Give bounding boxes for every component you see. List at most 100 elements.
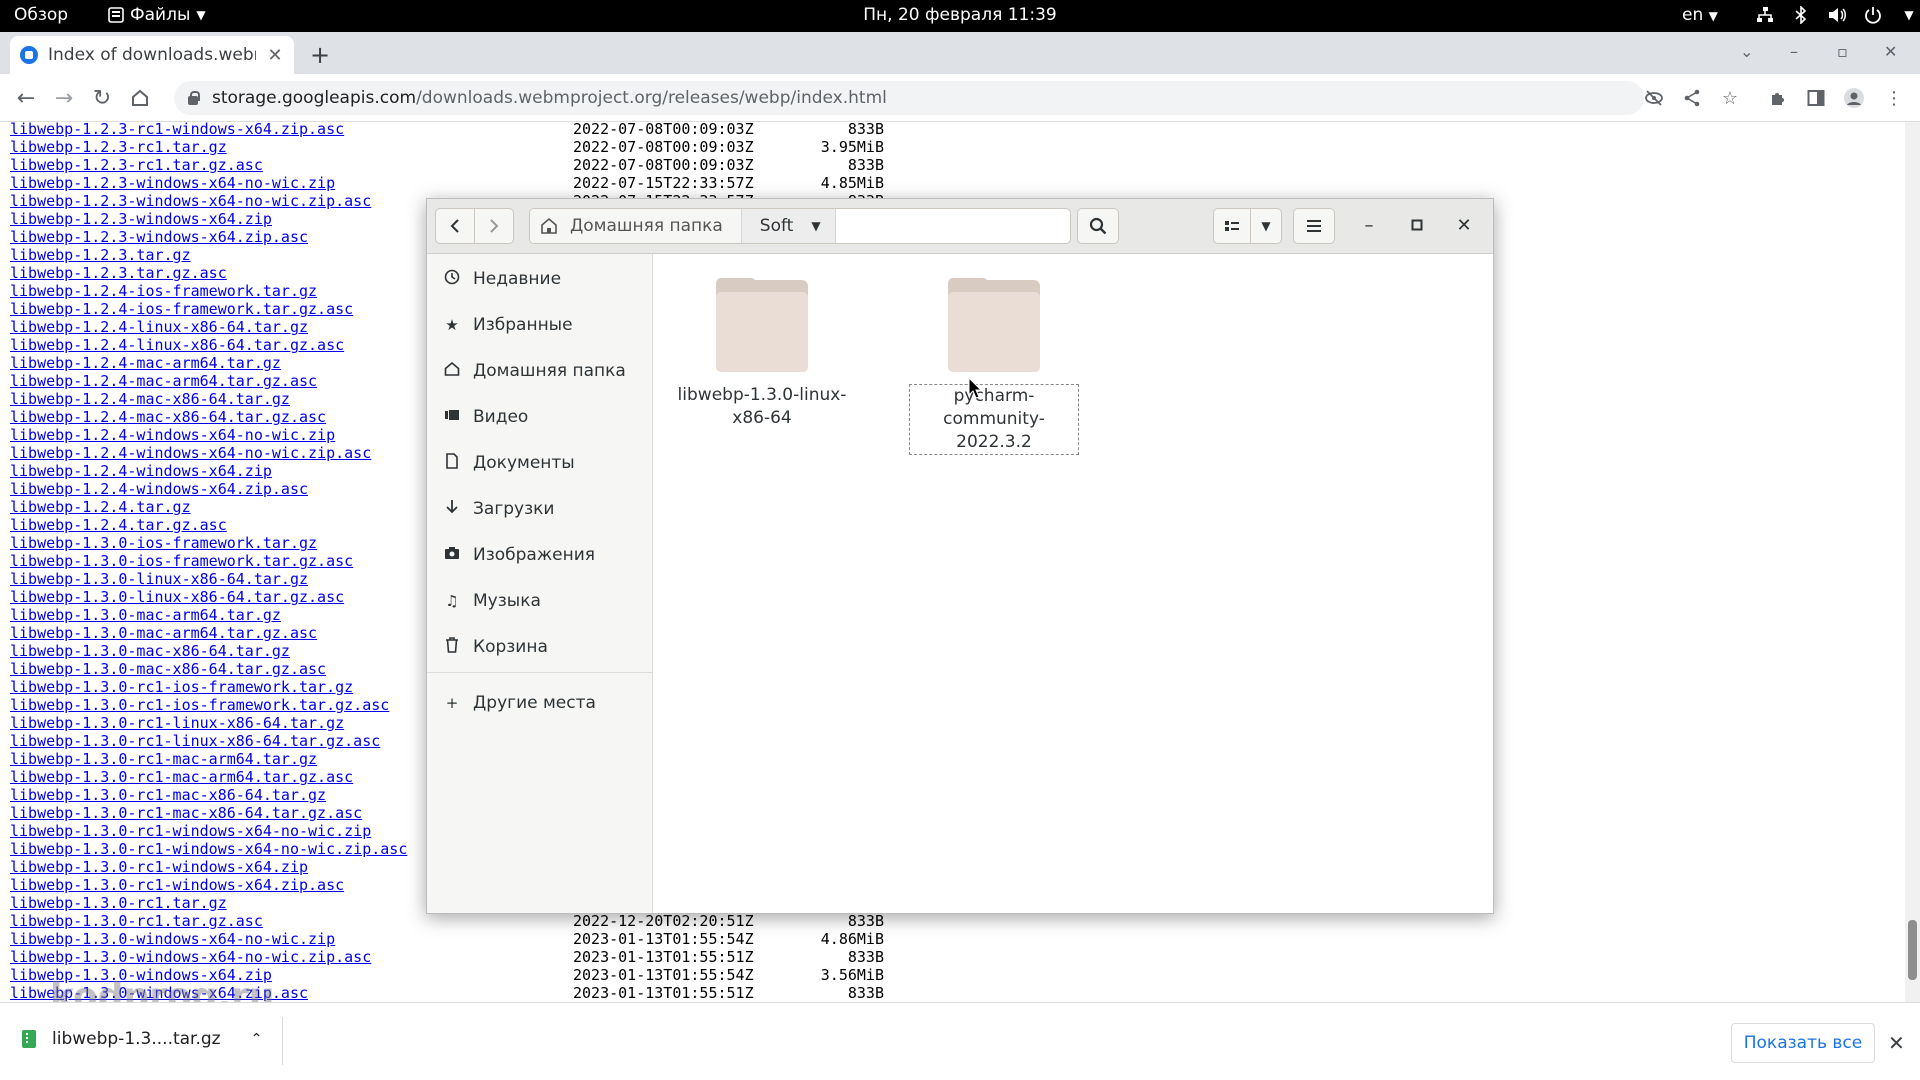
file-link[interactable]: libwebp-1.3.0-rc1-linux-x86-64.tar.gz.as… [10, 732, 380, 750]
close-icon[interactable]: ✕ [266, 45, 284, 66]
file-link[interactable]: libwebp-1.2.3-windows-x64-no-wic.zip [10, 174, 335, 192]
file-link[interactable]: libwebp-1.3.0-rc1-mac-x86-64.tar.gz [10, 786, 326, 804]
back-arrow-icon[interactable]: ← [12, 84, 40, 112]
file-link[interactable]: libwebp-1.3.0-windows-x64-no-wic.zip.asc [10, 948, 371, 966]
file-link[interactable]: libwebp-1.2.4-windows-x64-no-wic.zip.asc [10, 444, 371, 462]
lock-icon[interactable] [186, 91, 200, 105]
file-link[interactable]: libwebp-1.3.0-rc1-mac-arm64.tar.gz [10, 750, 317, 768]
file-link[interactable]: libwebp-1.3.0-linux-x86-64.tar.gz.asc [10, 588, 344, 606]
file-link[interactable]: libwebp-1.2.4-mac-arm64.tar.gz [10, 354, 281, 372]
address-bar[interactable]: storage.googleapis.com/downloads.webmpro… [174, 81, 1644, 115]
sidebar-item-starred[interactable]: ★ Избранные [443, 310, 572, 340]
file-link[interactable]: libwebp-1.2.4-windows-x64.zip [10, 462, 272, 480]
reload-icon[interactable]: ↻ [88, 84, 116, 112]
file-link[interactable]: libwebp-1.3.0-windows-x64-no-wic.zip [10, 930, 335, 948]
maximize-button[interactable] [1405, 215, 1429, 236]
forward-button[interactable] [474, 208, 514, 244]
eye-off-icon[interactable] [1642, 86, 1666, 110]
sidebar-item-other-locations[interactable]: + Другие места [443, 688, 596, 718]
file-link[interactable]: libwebp-1.2.4.tar.gz.asc [10, 516, 227, 534]
view-toggle-button[interactable] [1213, 208, 1251, 244]
file-link[interactable]: libwebp-1.3.0-ios-framework.tar.gz.asc [10, 552, 353, 570]
side-panel-icon[interactable] [1804, 86, 1828, 110]
close-window-button[interactable]: ✕ [1452, 215, 1476, 236]
file-link[interactable]: libwebp-1.2.3.tar.gz [10, 246, 191, 264]
file-link[interactable]: libwebp-1.2.3.tar.gz.asc [10, 264, 227, 282]
activities-button[interactable]: Обзор [14, 5, 68, 25]
file-link[interactable]: libwebp-1.2.3-windows-x64-no-wic.zip.asc [10, 192, 371, 210]
browser-tab[interactable]: Index of downloads.webm ✕ [10, 36, 294, 74]
kebab-menu-icon[interactable]: ⋮ [1882, 86, 1906, 110]
folder-item[interactable]: libwebp-1.3.0-linux- x86-64 [677, 278, 847, 430]
minimize-button[interactable]: – [1790, 42, 1798, 61]
file-link[interactable]: libwebp-1.3.0-mac-arm64.tar.gz [10, 606, 281, 624]
file-link[interactable]: libwebp-1.2.4-windows-x64.zip.asc [10, 480, 308, 498]
maximize-button[interactable]: ▫ [1837, 42, 1848, 61]
page-scrollbar[interactable] [1905, 122, 1920, 1002]
file-link[interactable]: libwebp-1.3.0-mac-x86-64.tar.gz.asc [10, 660, 326, 678]
file-link[interactable]: libwebp-1.3.0-rc1-mac-x86-64.tar.gz.asc [10, 804, 362, 822]
sidebar-item-home[interactable]: Домашняя папка [443, 356, 626, 386]
minimize-button[interactable]: – [1357, 215, 1381, 236]
home-icon[interactable] [126, 84, 154, 112]
file-link[interactable]: libwebp-1.3.0-rc1-windows-x64.zip [10, 858, 308, 876]
file-link[interactable]: libwebp-1.2.3-windows-x64.zip.asc [10, 228, 308, 246]
file-link[interactable]: libwebp-1.3.0-rc1-windows-x64-no-wic.zip [10, 822, 371, 840]
file-link[interactable]: libwebp-1.3.0-mac-arm64.tar.gz.asc [10, 624, 317, 642]
sidebar-item-trash[interactable]: Корзина [443, 632, 548, 662]
breadcrumb-home[interactable]: Домашняя папка [530, 209, 742, 243]
new-tab-button[interactable]: + [310, 41, 330, 69]
chevron-up-icon[interactable]: ⌃ [251, 1031, 263, 1047]
file-link[interactable]: libwebp-1.2.4-mac-x86-64.tar.gz [10, 390, 290, 408]
folder-item[interactable]: pycharm- community-2022.3.2 [909, 278, 1079, 455]
sidebar-item-pictures[interactable]: Изображения [443, 540, 595, 570]
download-item[interactable]: libwebp-1.3....tar.gz ⌃ [22, 1029, 262, 1049]
sidebar-item-recent[interactable]: Недавние [443, 264, 561, 294]
app-menu[interactable]: Файлы ▼ [108, 5, 206, 25]
file-link[interactable]: libwebp-1.2.4-mac-x86-64.tar.gz.asc [10, 408, 326, 426]
file-link[interactable]: libwebp-1.2.3-rc1-windows-x64.zip.asc [10, 122, 344, 138]
sidebar-item-music[interactable]: ♫ Музыка [443, 586, 541, 616]
file-link[interactable]: libwebp-1.2.3-windows-x64.zip [10, 210, 272, 228]
close-icon[interactable]: ✕ [1888, 1031, 1905, 1055]
system-tray[interactable]: ▼ [1755, 4, 1919, 26]
close-window-button[interactable]: ✕ [1884, 42, 1897, 61]
file-link[interactable]: libwebp-1.2.4-ios-framework.tar.gz [10, 282, 317, 300]
file-link[interactable]: libwebp-1.3.0-rc1-linux-x86-64.tar.gz [10, 714, 344, 732]
file-link[interactable]: libwebp-1.3.0-rc1-windows-x64-no-wic.zip… [10, 840, 407, 858]
scrollbar-thumb[interactable] [1908, 920, 1917, 980]
main-menu-button[interactable] [1293, 208, 1335, 244]
back-button[interactable] [435, 208, 475, 244]
file-link[interactable]: libwebp-1.2.4-linux-x86-64.tar.gz [10, 318, 308, 336]
file-link[interactable]: libwebp-1.2.3-rc1.tar.gz [10, 138, 227, 156]
share-icon[interactable] [1680, 86, 1704, 110]
file-link[interactable]: libwebp-1.2.4-ios-framework.tar.gz.asc [10, 300, 353, 318]
view-options-button[interactable]: ▼ [1250, 208, 1282, 244]
breadcrumb-current[interactable]: Soft ▼ [741, 209, 836, 243]
file-link[interactable]: libwebp-1.2.4-linux-x86-64.tar.gz.asc [10, 336, 344, 354]
file-link[interactable]: libwebp-1.2.4-mac-arm64.tar.gz.asc [10, 372, 317, 390]
sidebar-item-documents[interactable]: Документы [443, 448, 575, 478]
forward-arrow-icon[interactable]: → [50, 84, 78, 112]
file-link[interactable]: libwebp-1.3.0-ios-framework.tar.gz [10, 534, 317, 552]
file-link[interactable]: libwebp-1.2.4-windows-x64-no-wic.zip [10, 426, 335, 444]
file-link[interactable]: libwebp-1.2.4.tar.gz [10, 498, 191, 516]
bookmark-star-icon[interactable]: ☆ [1718, 86, 1742, 110]
file-link[interactable]: libwebp-1.2.3-rc1.tar.gz.asc [10, 156, 263, 174]
sidebar-item-videos[interactable]: Видео [443, 402, 528, 432]
profile-avatar-icon[interactable] [1842, 86, 1866, 110]
keyboard-layout-indicator[interactable]: en ▼ [1682, 5, 1718, 25]
file-link[interactable]: libwebp-1.3.0-rc1.tar.gz [10, 894, 227, 912]
file-link[interactable]: libwebp-1.3.0-rc1-mac-arm64.tar.gz.asc [10, 768, 353, 786]
search-button[interactable] [1077, 208, 1119, 244]
file-link[interactable]: libwebp-1.3.0-rc1-ios-framework.tar.gz.a… [10, 696, 389, 714]
show-all-button[interactable]: Показать все [1731, 1023, 1875, 1063]
file-link[interactable]: libwebp-1.3.0-rc1-windows-x64.zip.asc [10, 876, 344, 894]
clock[interactable]: Пн, 20 февраля 11:39 [863, 5, 1056, 25]
extensions-icon[interactable] [1766, 86, 1790, 110]
file-link[interactable]: libwebp-1.3.0-mac-x86-64.tar.gz [10, 642, 290, 660]
sidebar-item-downloads[interactable]: Загрузки [443, 494, 554, 524]
file-link[interactable]: libwebp-1.3.0-linux-x86-64.tar.gz [10, 570, 308, 588]
file-link[interactable]: libwebp-1.3.0-rc1.tar.gz.asc [10, 912, 263, 930]
file-link[interactable]: libwebp-1.3.0-rc1-ios-framework.tar.gz [10, 678, 353, 696]
